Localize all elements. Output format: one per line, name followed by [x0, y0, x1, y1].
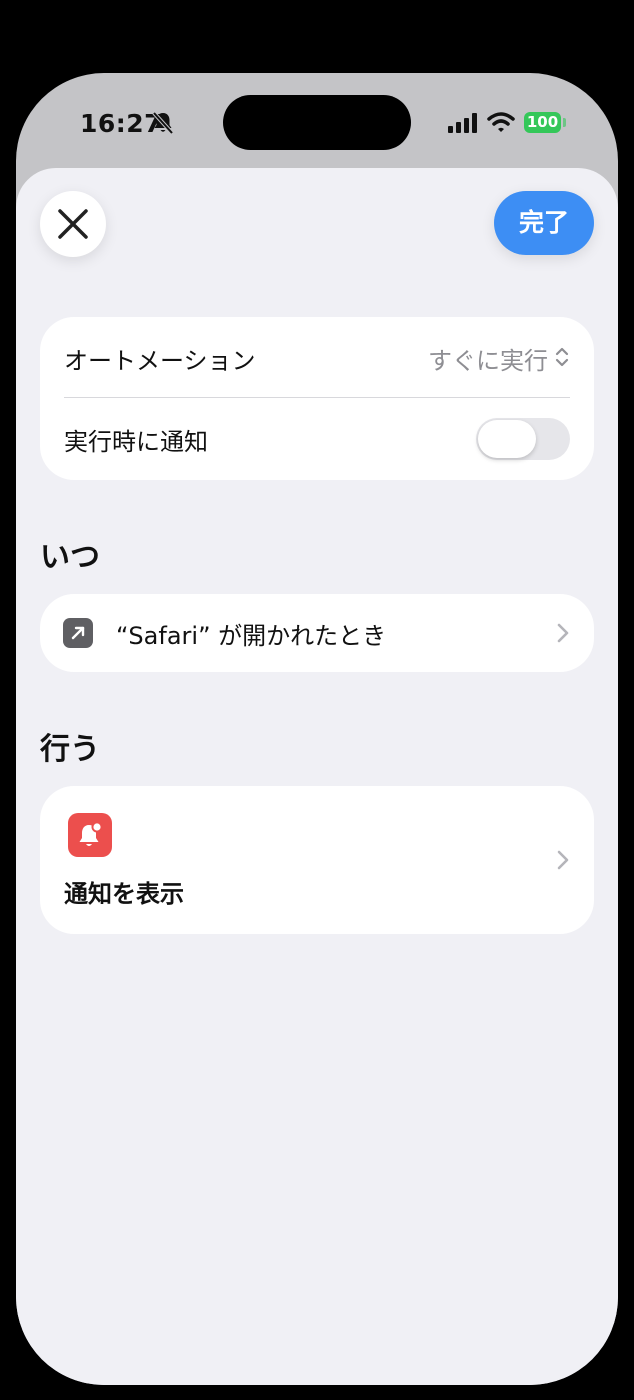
app-open-arrow-icon	[63, 618, 93, 648]
automation-sheet: 完了 オートメーション すぐに実行 実行時に通知 いつ “Safari” が開か…	[16, 168, 618, 1385]
status-time: 16:27	[80, 109, 163, 138]
battery-icon: 100	[524, 112, 561, 133]
notification-bell-icon	[68, 813, 112, 857]
notify-row: 実行時に通知	[40, 398, 594, 480]
chevron-up-down-icon	[555, 347, 569, 367]
done-button[interactable]: 完了	[494, 191, 594, 255]
section-title-do: 行う	[40, 732, 100, 767]
trigger-row[interactable]: “Safari” が開かれたとき	[40, 594, 594, 672]
section-title-when: いつ	[40, 540, 100, 575]
trigger-label: “Safari” が開かれたとき	[116, 622, 387, 650]
wifi-icon	[487, 112, 515, 132]
automation-label: オートメーション	[64, 347, 256, 375]
dynamic-island	[223, 95, 411, 150]
battery-tip	[563, 118, 566, 127]
bell-slash-icon	[152, 111, 174, 135]
close-icon	[58, 209, 88, 239]
notify-toggle[interactable]	[476, 418, 570, 460]
chevron-right-icon	[557, 850, 569, 870]
action-row[interactable]: 通知を表示	[40, 786, 594, 934]
automation-value: すぐに実行	[428, 347, 548, 375]
phone-screen: 16:27 100 完了 オートメーション すぐに実行 実行時に通知 いつ “S…	[16, 73, 618, 1385]
status-bar: 16:27 100	[16, 73, 618, 168]
close-button[interactable]	[40, 191, 106, 257]
cellular-signal-icon	[448, 113, 477, 133]
notify-label: 実行時に通知	[64, 428, 208, 456]
action-label: 通知を表示	[64, 880, 184, 908]
toggle-knob	[478, 420, 536, 458]
settings-card: オートメーション すぐに実行 実行時に通知	[40, 317, 594, 480]
chevron-right-icon	[557, 623, 569, 643]
automation-row[interactable]: オートメーション すぐに実行	[40, 317, 594, 397]
